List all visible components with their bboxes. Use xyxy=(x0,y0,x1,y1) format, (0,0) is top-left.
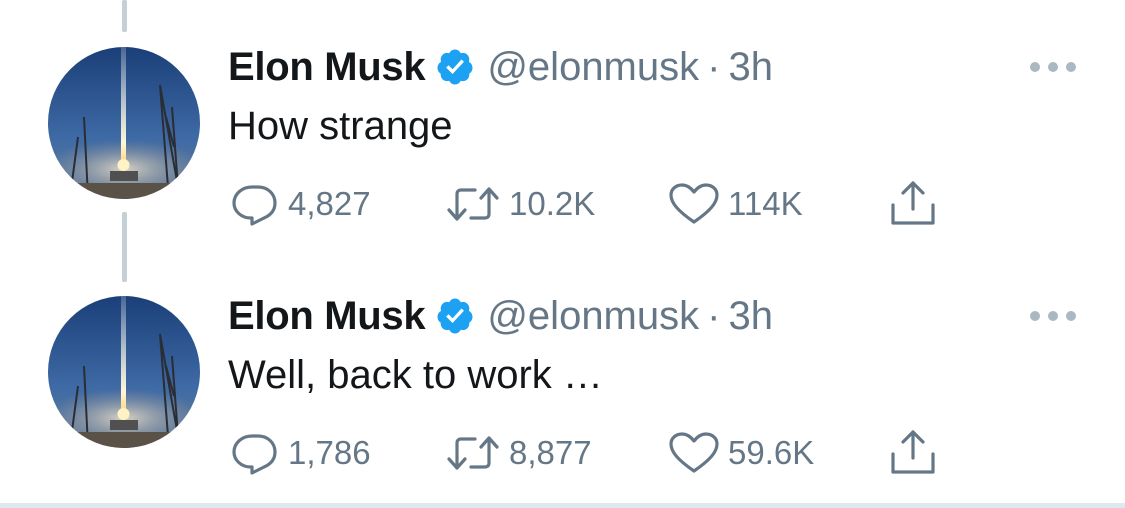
author-handle[interactable]: @elonmusk xyxy=(487,294,699,339)
share-button[interactable] xyxy=(886,428,940,478)
reply-count: 1,786 xyxy=(288,434,371,471)
bottom-divider xyxy=(0,503,1125,508)
retweet-count: 8,877 xyxy=(509,434,592,471)
tweet-2[interactable]: Elon Musk @elonmusk · 3h Well, back to w… xyxy=(0,0,1125,475)
rocket-launch-avatar-image xyxy=(48,296,200,448)
more-dot xyxy=(1048,311,1058,321)
heart-icon xyxy=(669,432,719,473)
separator-dot: · xyxy=(707,293,721,338)
tweet-text: Well, back to work … xyxy=(228,353,603,397)
tweet-header: Elon Musk @elonmusk · 3h xyxy=(228,291,773,341)
reply-icon xyxy=(232,434,277,475)
avatar[interactable] xyxy=(48,296,200,448)
more-dot xyxy=(1066,311,1076,321)
tweet-actions: 1,786 8,877 59.6K xyxy=(228,428,948,478)
more-dot xyxy=(1030,311,1040,321)
author-name[interactable]: Elon Musk xyxy=(228,294,426,339)
tweet-time[interactable]: 3h xyxy=(728,294,773,339)
reply-button[interactable]: 1,786 xyxy=(228,428,371,478)
retweet-icon xyxy=(447,436,499,470)
like-button[interactable]: 59.6K xyxy=(666,428,814,478)
share-icon xyxy=(891,430,935,474)
retweet-button[interactable]: 8,877 xyxy=(443,428,592,478)
like-count: 59.6K xyxy=(728,434,815,471)
more-dots-icon[interactable] xyxy=(1030,306,1076,326)
verified-badge-icon xyxy=(437,298,473,334)
